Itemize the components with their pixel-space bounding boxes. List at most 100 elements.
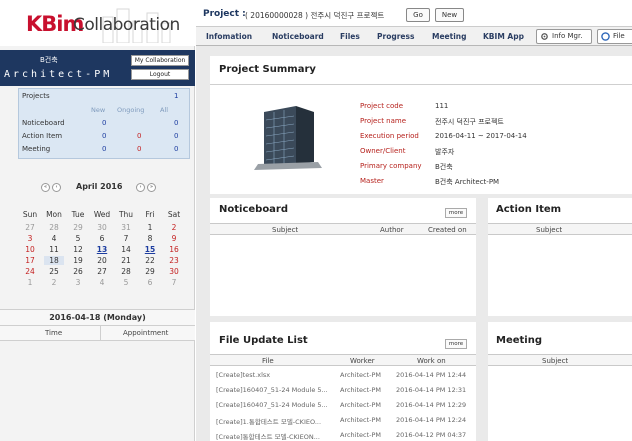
- file-update-title[interactable]: File Update List: [219, 335, 308, 346]
- calendar-day[interactable]: 23: [164, 256, 184, 265]
- gear-icon: [541, 33, 548, 40]
- calendar-day[interactable]: 13: [92, 245, 112, 254]
- weekday-label: Thu: [118, 210, 134, 219]
- file-row[interactable]: [Create]1.통합테스트 모델-CKIEO... Architect-PM 2…: [210, 416, 476, 430]
- calendar-day[interactable]: 29: [140, 267, 160, 276]
- calendar-day[interactable]: 8: [140, 234, 160, 243]
- file-row[interactable]: [Create]test.xlsx Architect-PM 2016-04-14 …: [210, 371, 476, 385]
- weekday-label: Tue: [71, 210, 85, 219]
- file-cell-file: [Create]test.xlsx: [216, 371, 271, 379]
- meeting-title[interactable]: Meeting: [496, 335, 542, 346]
- col-file: File: [262, 357, 274, 365]
- calendar-day[interactable]: 30: [92, 223, 112, 232]
- calendar-day[interactable]: 6: [92, 234, 112, 243]
- project-selector[interactable]: ( 20160000028 ) 전주시 덕진구 프로젝트: [245, 10, 384, 21]
- count-ongoing: 0: [137, 145, 142, 153]
- calendar-day[interactable]: 11: [44, 245, 64, 254]
- calendar-day[interactable]: 14: [116, 245, 136, 254]
- summary-row-meeting[interactable]: Meeting 0 0 0: [19, 143, 191, 155]
- file-update-more-button[interactable]: more: [445, 339, 467, 349]
- go-button[interactable]: Go: [406, 8, 430, 22]
- noticeboard-more-button[interactable]: more: [445, 208, 467, 218]
- calendar-day[interactable]: 2: [164, 223, 184, 232]
- calendar-day[interactable]: 16: [164, 245, 184, 254]
- file-row[interactable]: [Create]160407_51-24 Module 5... Architec…: [210, 386, 476, 400]
- calendar-day[interactable]: 1: [20, 278, 40, 287]
- calendar-day[interactable]: 25: [44, 267, 64, 276]
- logo-product: Collaboration: [73, 15, 180, 35]
- calendar-day[interactable]: 7: [164, 278, 184, 287]
- calendar-day[interactable]: 29: [68, 223, 88, 232]
- file-cell-file: [Create]1.통합테스트 모델-CKIEO...: [216, 418, 322, 426]
- calendar-day[interactable]: 24: [20, 267, 40, 276]
- file-row[interactable]: [Create]통합테스트 모델-CKIEON... Architect-PM 20…: [210, 431, 476, 441]
- field-value: 전주시 덕진구 프로젝트: [435, 118, 504, 126]
- calendar-day[interactable]: 17: [20, 256, 40, 265]
- calendar-day[interactable]: 27: [92, 267, 112, 276]
- noticeboard-panel: Noticeboard more Subject Author Created …: [210, 198, 476, 316]
- row-label: Action Item: [22, 132, 63, 140]
- calendar-day[interactable]: 1: [140, 223, 160, 232]
- my-collaboration-button[interactable]: My Collaboration: [131, 55, 189, 66]
- projects-row[interactable]: Projects 1: [19, 90, 191, 102]
- calendar-day[interactable]: 6: [140, 278, 160, 287]
- next-month-icon[interactable]: ›: [136, 183, 145, 192]
- calendar-day[interactable]: 4: [44, 234, 64, 243]
- calendar-day[interactable]: 20: [92, 256, 112, 265]
- weekday-label: Wed: [93, 210, 111, 219]
- selected-date: 2016-04-18 (Monday): [0, 309, 195, 326]
- app-logo[interactable]: KBim Collaboration: [0, 0, 195, 46]
- col-worker: Worker: [350, 357, 375, 365]
- file-cell-file: [Create]160407_51-24 Module 5...: [216, 401, 328, 409]
- noticeboard-title[interactable]: Noticeboard: [219, 204, 288, 215]
- calendar-day[interactable]: 3: [68, 278, 88, 287]
- calendar-day[interactable]: 30: [164, 267, 184, 276]
- calendar-day[interactable]: 28: [44, 223, 64, 232]
- calendar-day[interactable]: 18: [44, 256, 64, 265]
- calendar-month: April 2016: [76, 182, 123, 191]
- calendar-day[interactable]: 22: [140, 256, 160, 265]
- calendar-day[interactable]: 4: [92, 278, 112, 287]
- menu-information[interactable]: Infomation: [206, 32, 252, 41]
- menu-progress[interactable]: Progress: [377, 32, 414, 41]
- action-item-title[interactable]: Action Item: [496, 204, 561, 215]
- menu-kbim-app[interactable]: KBIM App: [483, 32, 524, 41]
- file-cell-on: 2016-04-14 PM 12:24: [396, 416, 467, 424]
- calendar-day[interactable]: 28: [116, 267, 136, 276]
- calendar-day[interactable]: 27: [20, 223, 40, 232]
- weekday-label: Mon: [46, 210, 62, 219]
- summary-row-action-item[interactable]: Action Item 0 0 0: [19, 130, 191, 142]
- calendar-day[interactable]: 3: [20, 234, 40, 243]
- calendar-day[interactable]: 15: [140, 245, 160, 254]
- menu-files[interactable]: Files: [340, 32, 360, 41]
- prev-month-icon[interactable]: ‹: [52, 183, 61, 192]
- menu-noticeboard[interactable]: Noticeboard: [272, 32, 324, 41]
- calendar-day[interactable]: 31: [116, 223, 136, 232]
- calendar-day[interactable]: 5: [68, 234, 88, 243]
- file-button[interactable]: File: [597, 29, 632, 44]
- appointment-header: Time Appointment: [0, 326, 195, 341]
- menu-meeting[interactable]: Meeting: [432, 32, 467, 41]
- file-row[interactable]: [Create]160407_51-24 Module 5... Architec…: [210, 401, 476, 415]
- new-button[interactable]: New: [435, 8, 464, 22]
- calendar-day[interactable]: 10: [20, 245, 40, 254]
- calendar-day[interactable]: 5: [116, 278, 136, 287]
- col-subject: Subject: [536, 226, 563, 234]
- calendar-day[interactable]: 12: [68, 245, 88, 254]
- projects-count: 1: [174, 92, 179, 100]
- info-mgr-button[interactable]: Info Mgr.: [536, 29, 592, 44]
- summary-row-noticeboard[interactable]: Noticeboard 0 0: [19, 117, 191, 129]
- prev-year-icon[interactable]: «: [41, 183, 50, 192]
- user-name: Architect-PM: [4, 69, 113, 80]
- calendar-day[interactable]: 7: [116, 234, 136, 243]
- calendar-day[interactable]: 19: [68, 256, 88, 265]
- meeting-table-header: Subject: [488, 354, 632, 366]
- summary-header: New Ongoing All: [19, 104, 191, 116]
- logout-button[interactable]: Logout: [131, 69, 189, 80]
- building-thumbnail: [254, 106, 322, 170]
- calendar-day[interactable]: 26: [68, 267, 88, 276]
- next-year-icon[interactable]: »: [147, 183, 156, 192]
- calendar-day[interactable]: 9: [164, 234, 184, 243]
- calendar-day[interactable]: 2: [44, 278, 64, 287]
- calendar-day[interactable]: 21: [116, 256, 136, 265]
